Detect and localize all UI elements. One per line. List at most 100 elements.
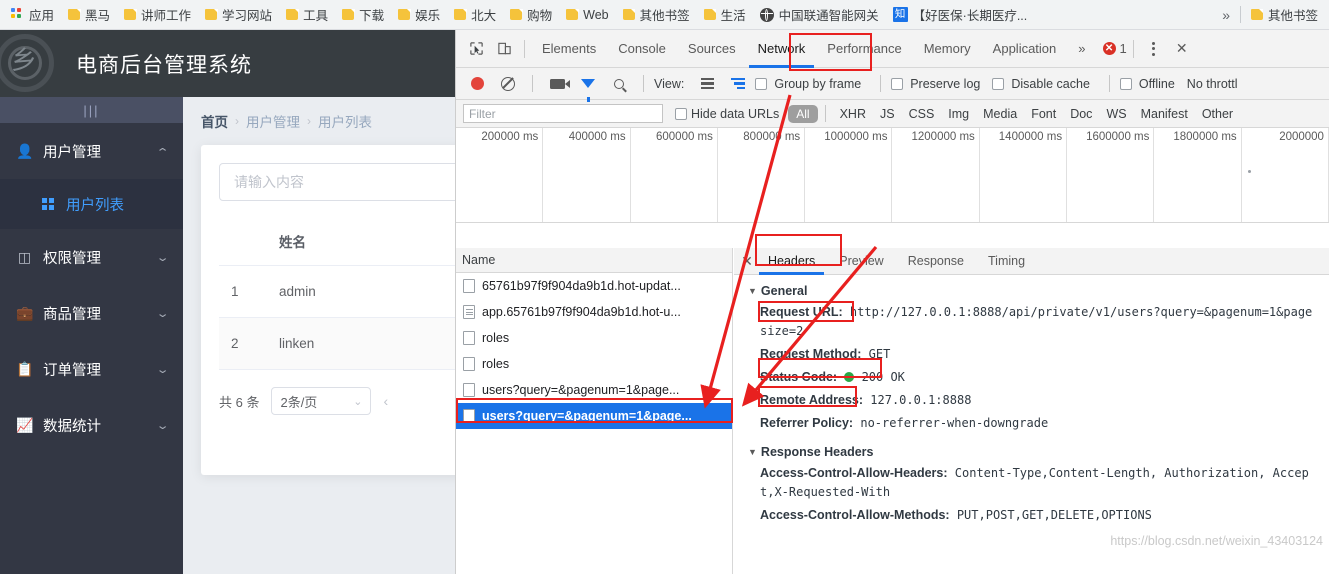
table-row[interactable]: 1 admin <box>219 265 455 318</box>
cell-name: admin <box>267 265 455 318</box>
breadcrumb-item-user-list: 用户列表 <box>318 115 372 130</box>
chart-icon: 📈 <box>16 417 34 433</box>
bookmark-tools[interactable]: 工具 <box>279 2 335 27</box>
bookmark-zhihu-insurance[interactable]: 知 【好医保·长期医疗... <box>886 2 1035 27</box>
header-status-code: Status Code: 200 OK <box>734 366 1329 389</box>
bookmark-divider <box>1239 6 1241 23</box>
request-row[interactable]: users?query=&pagenum=1&page... <box>456 377 732 403</box>
request-row[interactable]: roles <box>456 351 732 377</box>
request-row[interactable]: app.65761b97f9f904da9b1d.hot-u... <box>456 299 732 325</box>
headers-content: ▼ General Request URL: http://127.0.0.1:… <box>734 275 1329 527</box>
section-general[interactable]: ▼ General <box>734 281 1329 301</box>
sidebar-item-label: 商品管理 <box>43 306 101 323</box>
detail-tab-preview[interactable]: Preview <box>827 248 895 275</box>
header-access-control-allow-headers: Access-Control-Allow-Headers: Content-Ty… <box>734 462 1329 504</box>
bookmark-study-sites[interactable]: 学习网站 <box>198 2 279 27</box>
sidebar-item-goods-management[interactable]: 💼 商品管理 ⌄ <box>0 285 183 341</box>
goods-icon: 💼 <box>16 305 34 321</box>
bookmark-overflow-button[interactable]: » <box>1215 7 1237 23</box>
folder-icon <box>1250 8 1264 20</box>
request-row-selected[interactable]: users?query=&pagenum=1&page... <box>456 403 732 429</box>
header-access-control-allow-methods: Access-Control-Allow-Methods: PUT,POST,G… <box>734 504 1329 527</box>
bookmark-label: 其他书签 <box>639 9 690 23</box>
folder-icon <box>205 8 218 20</box>
chevron-down-icon: ⌄ <box>353 395 363 408</box>
bookmark-bar: 应用 黑马 讲师工作 学习网站 工具 下载 娱乐 北大 购物 Web 其他书签 … <box>0 0 1329 30</box>
request-row[interactable]: roles <box>456 325 732 351</box>
request-list-header: Name <box>456 248 732 273</box>
table-header-row: 姓名 <box>219 217 455 266</box>
table-row[interactable]: 2 linken <box>219 317 455 370</box>
chevron-up-icon: ⌄ <box>155 144 170 157</box>
detail-tab-response[interactable]: Response <box>896 248 976 275</box>
app-header: 乡 电商后台管理系统 <box>0 30 455 97</box>
bookmark-label: 学习网站 <box>222 9 273 23</box>
cell-name: linken <box>267 317 455 370</box>
bookmark-label: 下载 <box>359 9 385 23</box>
bookmark-peking-university[interactable]: 北大 <box>447 2 503 27</box>
folder-icon <box>454 8 467 20</box>
breadcrumb-item-home[interactable]: 首页 <box>201 111 228 131</box>
request-detail-pane: ✕ Headers Preview Response Timing ▼ Gene… <box>734 248 1329 574</box>
bookmark-life[interactable]: 生活 <box>697 2 753 27</box>
sidebar-item-label: 用户管理 <box>43 144 101 161</box>
app-content: 首页 › 用户管理 › 用户列表 请输入内容 姓名 1 admin 2 link… <box>183 97 455 574</box>
bookmark-web[interactable]: Web <box>559 5 615 25</box>
user-table: 姓名 1 admin 2 linken <box>219 217 455 370</box>
bookmark-teacher-work[interactable]: 讲师工作 <box>117 2 198 27</box>
header-referrer-policy: Referrer Policy: no-referrer-when-downgr… <box>734 412 1329 435</box>
bookmark-entertainment[interactable]: 娱乐 <box>391 2 447 27</box>
folder-icon <box>124 8 137 20</box>
bookmark-label: 黑马 <box>85 9 111 23</box>
folder-icon <box>622 8 636 20</box>
bookmark-label: 工具 <box>303 9 329 23</box>
header-key: Status Code: <box>760 370 838 384</box>
header-value: http://127.0.0.1:8888/api/private/v1/use… <box>760 305 1313 338</box>
request-name: 65761b97f9f904da9b1d.hot-updat... <box>482 279 681 293</box>
section-response-headers[interactable]: ▼ Response Headers <box>734 442 1329 462</box>
file-icon <box>463 331 475 345</box>
bookmark-label: 中国联通智能网关 <box>778 9 879 23</box>
search-input[interactable]: 请输入内容 <box>219 163 455 201</box>
sidebar-item-order-management[interactable]: 📋 订单管理 ⌄ <box>0 341 183 397</box>
page-size-select[interactable]: 2条/页 ⌄ <box>271 387 372 415</box>
detail-tab-headers[interactable]: Headers <box>756 248 827 275</box>
bookmark-label: 【好医保·长期医疗... <box>912 9 1028 23</box>
globe-icon <box>759 7 774 22</box>
sidebar-collapse-toggle[interactable]: ||| <box>0 97 183 123</box>
breadcrumb-item-user-management[interactable]: 用户管理 <box>246 111 300 131</box>
header-value: no-referrer-when-downgrade <box>860 416 1049 430</box>
folder-icon <box>342 8 355 20</box>
bookmark-label: 娱乐 <box>415 9 441 23</box>
bookmark-unicom-gateway[interactable]: 中国联通智能网关 <box>753 2 886 27</box>
app-logo-icon: 乡 <box>0 32 58 96</box>
folder-icon <box>398 8 411 20</box>
bookmark-label: 北大 <box>471 9 497 23</box>
user-icon: 👤 <box>16 143 34 159</box>
bookmark-heima[interactable]: 黑马 <box>61 2 117 27</box>
bookmark-other-bookmarks[interactable]: 其他书签 <box>616 2 697 27</box>
cell-index: 2 <box>219 317 267 370</box>
request-row[interactable]: 65761b97f9f904da9b1d.hot-updat... <box>456 273 732 299</box>
search-input-placeholder: 请输入内容 <box>234 174 304 190</box>
table-col-name: 姓名 <box>267 217 455 266</box>
header-key: Access-Control-Allow-Headers: <box>760 466 948 480</box>
request-name: users?query=&pagenum=1&page... <box>482 409 692 423</box>
sidebar-item-user-management[interactable]: 👤 用户管理 ⌄ <box>0 123 183 179</box>
detail-tabbar: ✕ Headers Preview Response Timing <box>734 248 1329 275</box>
folder-icon <box>286 8 299 20</box>
detail-tab-timing[interactable]: Timing <box>976 248 1037 275</box>
network-body: Name 65761b97f9f904da9b1d.hot-updat... a… <box>456 30 1329 574</box>
close-detail-icon[interactable]: ✕ <box>738 253 756 270</box>
pagination-prev-button[interactable]: ‹ <box>383 393 388 409</box>
bookmark-apps[interactable]: 应用 <box>4 2 61 27</box>
bookmark-other-bookmarks-right[interactable]: 其他书签 <box>1244 2 1325 27</box>
chevron-down-icon: ⌄ <box>155 251 170 264</box>
bookmark-download[interactable]: 下载 <box>335 2 391 27</box>
breadcrumb: 首页 › 用户管理 › 用户列表 <box>201 111 455 131</box>
sidebar-item-user-list[interactable]: 用户列表 <box>0 179 183 229</box>
sidebar-item-data-statistics[interactable]: 📈 数据统计 ⌄ <box>0 397 183 453</box>
bookmark-shopping[interactable]: 购物 <box>503 2 559 27</box>
sidebar-item-permission-management[interactable]: ◫ 权限管理 ⌄ <box>0 229 183 285</box>
breadcrumb-separator: › <box>307 114 311 128</box>
